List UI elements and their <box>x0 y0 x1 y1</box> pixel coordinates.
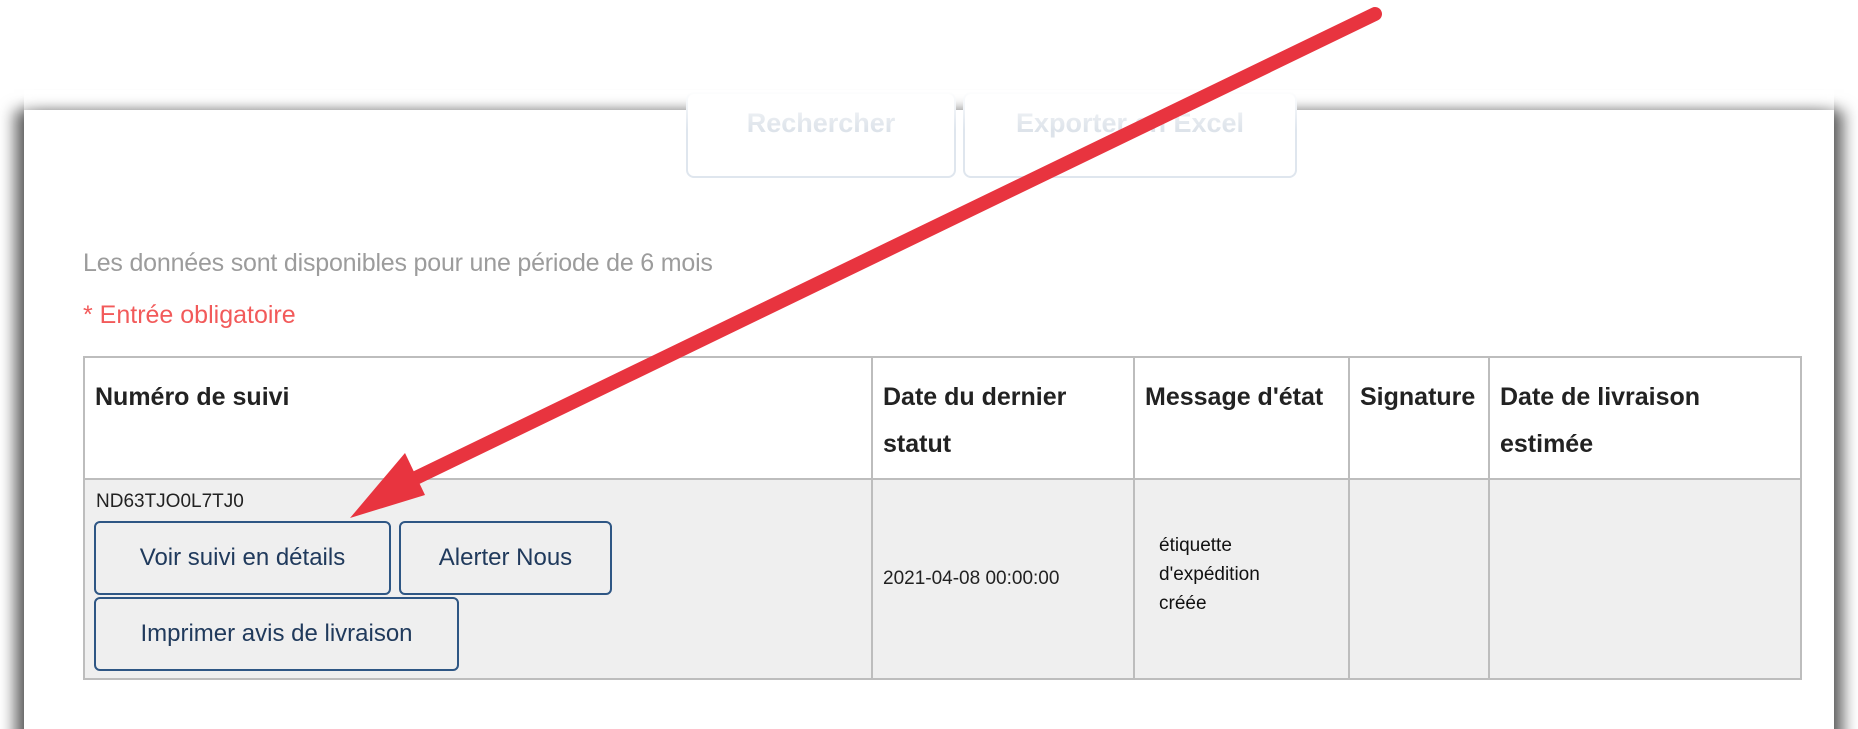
header-estimated-delivery: Date de livraison estimée <box>1488 356 1802 480</box>
estimated-delivery-cell <box>1488 478 1802 680</box>
screenshot-stage: Rechercher Exporter en Excel Les données… <box>0 0 1858 729</box>
tracking-number: ND63TJO0L7TJ0 <box>96 491 244 512</box>
tracking-results-table: Numéro de suivi Date du dernier statut M… <box>83 356 1802 680</box>
tracking-cell: ND63TJO0L7TJ0 Voir suivi en détails Aler… <box>83 478 873 680</box>
export-excel-button[interactable]: Exporter en Excel <box>963 92 1297 178</box>
table-row: ND63TJO0L7TJ0 Voir suivi en détails Aler… <box>83 478 1802 680</box>
header-tracking-number: Numéro de suivi <box>83 356 873 480</box>
signature-cell <box>1348 478 1490 680</box>
action-button-row: Voir suivi en détails Alerter Nous <box>86 513 870 595</box>
required-field-note: * Entrée obligatoire <box>83 301 296 329</box>
availability-note: Les données sont disponibles pour une pé… <box>83 249 713 277</box>
header-signature: Signature <box>1348 356 1490 480</box>
table-header-row: Numéro de suivi Date du dernier statut M… <box>83 356 1802 480</box>
view-details-button[interactable]: Voir suivi en détails <box>94 521 391 595</box>
alert-us-button[interactable]: Alerter Nous <box>399 521 612 595</box>
last-status-date-cell: 2021-04-08 00:00:00 <box>871 478 1135 680</box>
status-message-text: étiquette d'expédition créée <box>1159 534 1260 614</box>
header-last-status-date: Date du dernier statut <box>871 356 1135 480</box>
print-delivery-notice-button[interactable]: Imprimer avis de livraison <box>94 597 459 671</box>
search-button[interactable]: Rechercher <box>686 92 956 178</box>
header-status-message: Message d'état <box>1133 356 1350 480</box>
status-message-cell: étiquette d'expédition créée <box>1133 478 1350 680</box>
